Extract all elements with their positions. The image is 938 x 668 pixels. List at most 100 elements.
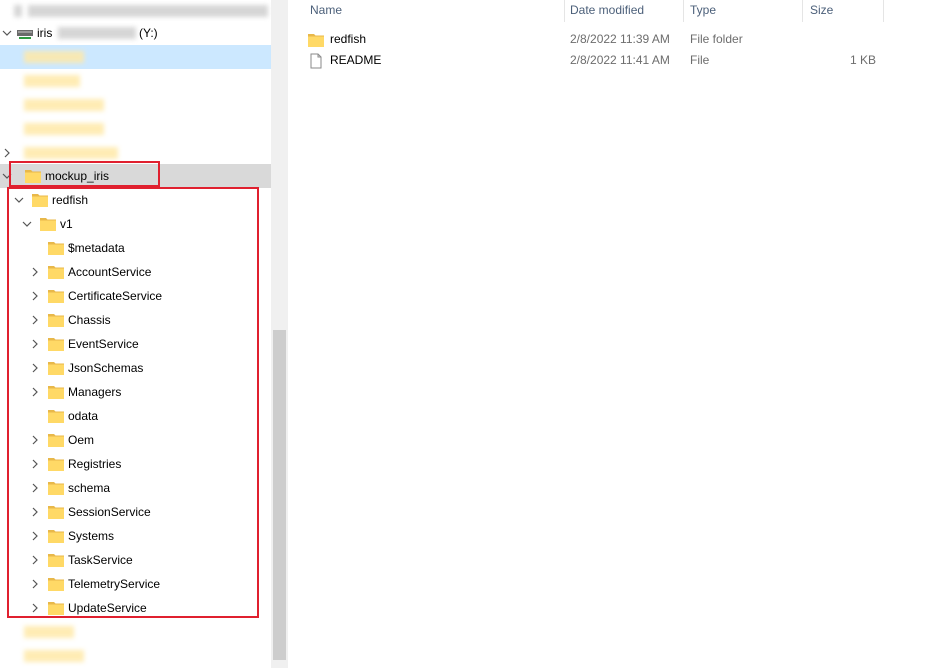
drive-letter: (Y:) [139,26,158,40]
tree-item-label: Systems [68,529,115,543]
tree-item[interactable]: EventService [0,332,271,356]
file-type: File folder [690,32,743,46]
file-type: File [690,53,710,67]
tree-item-label: schema [68,481,111,495]
nav-item-obscured[interactable] [0,93,271,117]
column-header-size[interactable]: Size [802,0,882,22]
file-name: redfish [330,32,367,46]
tree-item-label: TelemetryService [68,577,161,591]
tree-item[interactable]: Registries [0,452,271,476]
folder-icon [48,553,64,567]
tree-item-label: Oem [68,433,95,447]
tree-item[interactable]: CertificateService [0,284,271,308]
chevron-down-icon[interactable] [14,195,24,205]
navigation-pane[interactable]: iris (Y:) mockup_iris redfish v1 $metadata… [0,0,288,668]
nav-item-mockup-iris[interactable]: mockup_iris [0,164,271,188]
nav-item-obscured[interactable] [0,117,271,141]
tree-item[interactable]: JsonSchemas [0,356,271,380]
chevron-down-icon[interactable] [2,28,12,38]
folder-icon [48,433,64,447]
tree-item-label: redfish [52,193,89,207]
tree-item[interactable]: schema [0,476,271,500]
chevron-right-icon[interactable] [30,531,40,541]
nav-item-obscured[interactable] [0,644,271,668]
tree-item[interactable]: TaskService [0,548,271,572]
folder-icon [48,313,64,327]
tree-item[interactable]: SessionService [0,500,271,524]
folder-icon [48,529,64,543]
folder-icon [308,32,324,48]
tree-item[interactable]: TelemetryService [0,572,271,596]
tree-item-label: AccountService [68,265,152,279]
file-size: 1 KB [849,53,876,67]
folder-icon [48,601,64,615]
file-row[interactable]: redfish 2/8/2022 11:39 AM File folder [304,28,884,50]
tree-item[interactable]: Chassis [0,308,271,332]
chevron-right-icon[interactable] [30,507,40,517]
folder-icon [48,577,64,591]
file-date: 2/8/2022 11:41 AM [570,53,670,67]
tree-item[interactable]: Oem [0,428,271,452]
tree-item[interactable]: Systems [0,524,271,548]
column-header-name[interactable]: Name [302,0,564,22]
column-divider[interactable] [883,0,884,22]
tree-item-label: EventService [68,337,139,351]
chevron-right-icon[interactable] [30,291,40,301]
tree-item[interactable]: AccountService [0,260,271,284]
folder-icon [48,481,64,495]
folder-icon [48,289,64,303]
chevron-down-icon[interactable] [22,219,32,229]
nav-item-obscured[interactable] [0,69,271,93]
chevron-right-icon[interactable] [30,459,40,469]
column-header-date[interactable]: Date modified [562,0,682,22]
chevron-right-icon[interactable] [30,387,40,397]
tree-item-label: Registries [68,457,122,471]
folder-icon [48,409,64,423]
folder-icon [40,217,56,231]
network-drive-icon [17,28,33,39]
chevron-right-icon[interactable] [30,483,40,493]
nav-item-drive[interactable]: iris (Y:) [0,21,271,45]
file-icon [308,53,324,69]
tree-item[interactable]: odata [0,404,271,428]
file-row[interactable]: README 2/8/2022 11:41 AM File 1 KB [304,49,884,71]
tree-item-label: CertificateService [68,289,163,303]
tree-item[interactable]: $metadata [0,236,271,260]
nav-item-selected[interactable] [0,45,271,69]
tree-item-label: UpdateService [68,601,147,615]
folder-icon [48,265,64,279]
tree-item[interactable]: redfish [0,188,271,212]
tree-item[interactable]: v1 [0,212,271,236]
folder-icon [48,241,64,255]
tree-item[interactable]: UpdateService [0,596,271,620]
folder-icon [25,169,41,183]
folder-icon [48,361,64,375]
chevron-right-icon[interactable] [30,579,40,589]
tree-item[interactable]: Managers [0,380,271,404]
chevron-right-icon[interactable] [30,435,40,445]
file-name: README [330,53,382,67]
file-list-pane[interactable]: Name Date modified Type Size redfish 2/8/… [288,0,938,668]
chevron-right-icon[interactable] [30,315,40,325]
chevron-right-icon[interactable] [30,603,40,613]
tree-item-label: JsonSchemas [68,361,144,375]
chevron-right-icon[interactable] [30,267,40,277]
chevron-right-icon[interactable] [30,363,40,373]
file-date: 2/8/2022 11:39 AM [570,32,670,46]
folder-icon [32,193,48,207]
column-header-type[interactable]: Type [682,0,802,22]
folder-icon [48,505,64,519]
tree-item-label: v1 [60,217,73,231]
chevron-right-icon[interactable] [30,339,40,349]
chevron-down-icon[interactable] [2,171,12,181]
nav-scrollbar-thumb[interactable] [273,330,286,660]
folder-icon [48,457,64,471]
nav-item-obscured[interactable] [0,620,271,644]
tree-item-label: TaskService [68,553,133,567]
chevron-right-icon[interactable] [2,148,12,158]
nav-item-obscured[interactable] [0,141,271,165]
folder-icon [48,337,64,351]
tree-item-label: Chassis [68,313,111,327]
folder-icon [48,385,64,399]
chevron-right-icon[interactable] [30,555,40,565]
